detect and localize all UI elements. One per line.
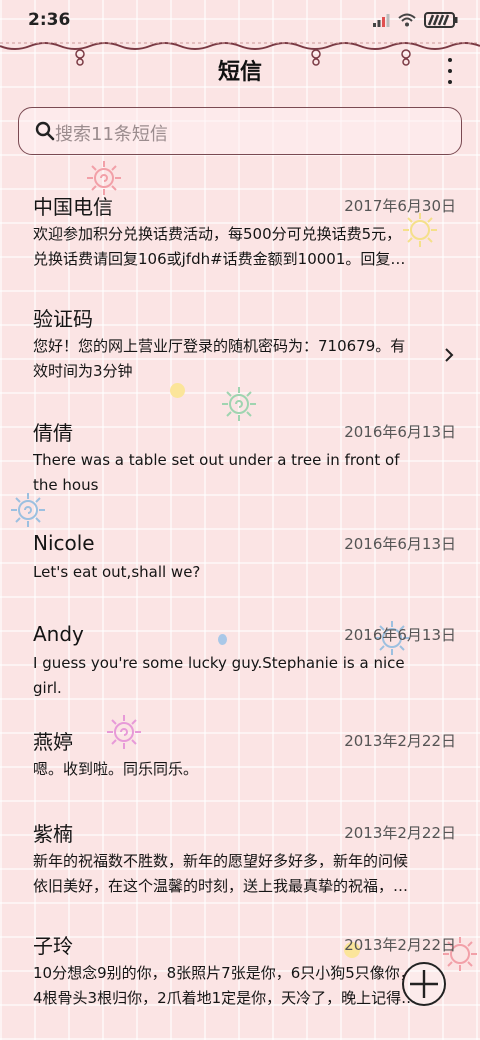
- message-sender: 燕婷: [33, 729, 73, 754]
- message-preview: 嗯。收到啦。同乐同乐。: [33, 757, 456, 782]
- message-sender: 倩倩: [33, 420, 73, 445]
- battery-icon: [424, 12, 458, 28]
- preview-line: I guess you're some lucky guy.Stephanie …: [33, 654, 405, 672]
- message-item[interactable]: 燕婷 2013年2月22日 嗯。收到啦。同乐同乐。: [0, 723, 480, 815]
- message-preview: 欢迎参加积分兑换话费活动，每500分可兑换话费5元， 兑换话费请回复106或jfd…: [33, 222, 456, 272]
- message-sender: Nicole: [33, 531, 95, 555]
- search-icon: [35, 121, 55, 141]
- message-date: 2013年2月22日: [344, 731, 456, 750]
- preview-line: girl.: [33, 679, 62, 697]
- preview-line: There was a table set out under a tree i…: [33, 451, 400, 469]
- message-date: 2016年6月13日: [344, 422, 456, 441]
- message-item[interactable]: Nicole 2016年6月13日 Let's eat out,shall we?: [0, 526, 480, 617]
- compose-plus-icon: [410, 970, 438, 998]
- signal-icon: [373, 14, 390, 27]
- preview-line: 嗯。收到啦。同乐同乐。: [33, 760, 199, 778]
- preview-line: 依旧美好，在这个温馨的时刻，送上我最真挚的祝福，…: [33, 877, 409, 895]
- wifi-icon: [398, 13, 416, 27]
- message-date: 2013年2月22日: [344, 935, 456, 954]
- message-preview: 10分想念9别的你，8张照片7张是你，6只小狗5只像你， 4根骨头3根归你，2爪着…: [33, 961, 456, 1011]
- message-list: 中国电信 2017年6月30日 欢迎参加积分兑换话费活动，每500分可兑换话费5元…: [0, 188, 480, 1027]
- message-preview: Let's eat out,shall we?: [33, 560, 456, 585]
- status-time: 2:36: [28, 10, 71, 30]
- title-bar: 短信: [0, 50, 480, 94]
- message-item[interactable]: Andy 2016年6月13日 I guess you're some lucky…: [0, 617, 480, 723]
- chevron-right-icon[interactable]: [444, 347, 454, 363]
- compose-button[interactable]: [402, 962, 446, 1006]
- search-box[interactable]: 搜索11条短信: [18, 107, 462, 155]
- preview-line: 您好！您的网上营业厅登录的随机密码为：710679。有: [33, 337, 406, 355]
- message-date: 2016年6月13日: [344, 534, 456, 553]
- preview-line: 效时间为3分钟: [33, 362, 133, 380]
- message-date: 2016年6月13日: [344, 625, 456, 644]
- message-item[interactable]: 倩倩 2016年6月13日 There was a table set out u…: [0, 414, 480, 526]
- message-sender: 中国电信: [33, 194, 113, 219]
- page-title: 短信: [217, 60, 262, 85]
- message-item[interactable]: 中国电信 2017年6月30日 欢迎参加积分兑换话费活动，每500分可兑换话费5元…: [0, 188, 480, 300]
- message-preview: I guess you're some lucky guy.Stephanie …: [33, 651, 456, 701]
- message-sender: 验证码: [33, 306, 93, 331]
- message-sender: 子玲: [33, 933, 73, 958]
- preview-line: the hous: [33, 476, 99, 494]
- message-date: 2013年2月22日: [344, 823, 456, 842]
- preview-line: 兑换话费请回复106或jfdh#话费金额到10001。回复…: [33, 250, 406, 268]
- message-item[interactable]: 紫楠 2013年2月22日 新年的祝福数不胜数，新年的愿望好多好多，新年的问候 依旧…: [0, 815, 480, 927]
- message-preview: There was a table set out under a tree i…: [33, 448, 456, 498]
- message-preview: 您好！您的网上营业厅登录的随机密码为：710679。有 效时间为3分钟: [33, 334, 456, 384]
- message-sender: Andy: [33, 622, 84, 646]
- more-vert-icon[interactable]: [444, 58, 456, 84]
- message-preview: 新年的祝福数不胜数，新年的愿望好多好多，新年的问候 依旧美好，在这个温馨的时刻，送…: [33, 849, 456, 899]
- status-icons: [372, 12, 458, 28]
- message-date: 2017年6月30日: [344, 196, 456, 215]
- search-input[interactable]: 搜索11条短信: [55, 120, 168, 146]
- message-item[interactable]: 验证码 您好！您的网上营业厅登录的随机密码为：710679。有 效时间为3分钟: [0, 300, 480, 414]
- preview-line: 欢迎参加积分兑换话费活动，每500分可兑换话费5元，: [33, 225, 402, 243]
- preview-line: 4根骨头3根归你，2爪着地1定是你，天冷了，晚上记得…: [33, 989, 417, 1007]
- status-bar: 2:36: [0, 0, 480, 44]
- message-sender: 紫楠: [33, 821, 73, 846]
- preview-line: 10分想念9别的你，8张照片7张是你，6只小狗5只像你，: [33, 964, 415, 982]
- preview-line: 新年的祝福数不胜数，新年的愿望好多好多，新年的问候: [33, 852, 409, 870]
- preview-line: Let's eat out,shall we?: [33, 563, 201, 581]
